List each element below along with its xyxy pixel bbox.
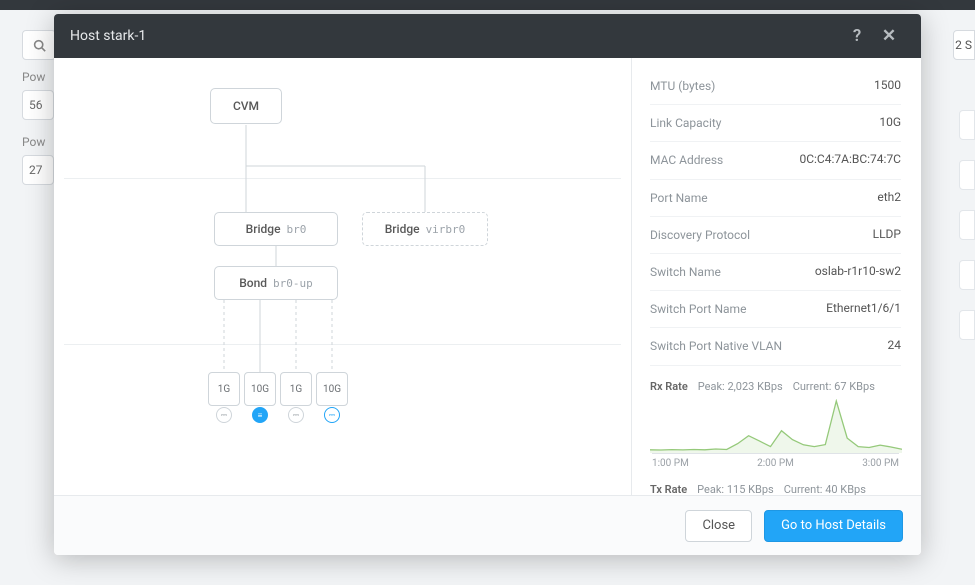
bg-power-label-1: Pow xyxy=(22,70,45,84)
search-icon xyxy=(33,39,46,52)
port-status-icon[interactable]: ⎓ xyxy=(324,407,340,423)
rx-tick: 1:00 PM xyxy=(652,458,689,469)
rx-tick: 2:00 PM xyxy=(757,458,794,469)
port-item[interactable]: 10G ⎓ xyxy=(316,372,348,406)
port-item[interactable]: 1G ⎓ xyxy=(208,372,240,406)
port-speed: 10G xyxy=(323,384,341,395)
port-item[interactable]: 10G ≡ xyxy=(244,372,276,406)
bg-side-tab[interactable] xyxy=(959,110,975,140)
detail-row: Switch Port Native VLAN24 xyxy=(650,328,901,365)
rx-rate-peak: Peak: 2,023 KBps xyxy=(698,380,783,393)
detail-key: Port Name xyxy=(650,190,877,206)
detail-value: 24 xyxy=(888,338,902,352)
detail-value: eth2 xyxy=(877,190,901,204)
port-list: 1G ⎓ 10G ≡ 1G ⎓ 10G ⎓ xyxy=(208,372,348,406)
detail-key: Switch Name xyxy=(650,264,815,280)
detail-key: MAC Address xyxy=(650,152,799,168)
rx-rate-xaxis: 1:00 PM 2:00 PM 3:00 PM xyxy=(652,453,899,469)
port-speed: 10G xyxy=(251,384,269,395)
tx-rate-title: Tx Rate xyxy=(650,483,687,496)
go-to-host-details-button[interactable]: Go to Host Details xyxy=(764,510,903,542)
detail-value: LLDP xyxy=(873,227,901,241)
detail-key: Switch Port Native VLAN xyxy=(650,338,888,354)
port-status-icon[interactable]: ⎓ xyxy=(216,407,232,423)
port-status-icon[interactable]: ≡ xyxy=(252,407,268,423)
details-pane: MTU (bytes)1500Link Capacity10GMAC Addre… xyxy=(631,58,921,495)
modal-title: Host stark-1 xyxy=(70,28,146,44)
port-speed: 1G xyxy=(290,384,302,395)
tx-rate-section: Tx Rate Peak: 115 KBps Current: 40 KBps xyxy=(650,483,901,496)
node-bond-name: br0-up xyxy=(273,277,313,290)
detail-value: 1500 xyxy=(874,78,901,92)
rx-rate-chart xyxy=(650,399,901,453)
modal-body: CVM Bridge br0 Bridge virbr0 Bond br0-up… xyxy=(54,58,921,495)
rx-rate-current: Current: 67 KBps xyxy=(793,380,875,393)
detail-value: oslab-r1r10-sw2 xyxy=(815,264,901,278)
port-status-icon[interactable]: ⎓ xyxy=(288,407,304,423)
rx-rate-title: Rx Rate xyxy=(650,380,688,393)
node-bridge2-name: virbr0 xyxy=(426,223,466,236)
port-item[interactable]: 1G ⎓ xyxy=(280,372,312,406)
detail-value: Ethernet1/6/1 xyxy=(826,301,901,315)
detail-row: Switch Port NameEthernet1/6/1 xyxy=(650,291,901,328)
node-bridge-name: br0 xyxy=(287,223,307,236)
bg-side-tab[interactable] xyxy=(959,260,975,290)
rx-rate-section: Rx Rate Peak: 2,023 KBps Current: 67 KBp… xyxy=(650,380,901,469)
detail-key: MTU (bytes) xyxy=(650,78,874,94)
tx-rate-current: Current: 40 KBps xyxy=(784,483,866,496)
bg-power-label-2: Pow xyxy=(22,135,45,149)
node-bridge-label: Bridge xyxy=(246,222,281,236)
bg-side-tab[interactable] xyxy=(959,210,975,240)
detail-row: Discovery ProtocolLLDP xyxy=(650,217,901,254)
node-bridge-br0[interactable]: Bridge br0 xyxy=(214,212,338,246)
detail-value: 10G xyxy=(879,115,901,129)
detail-value: 0C:C4:7A:BC:74:7C xyxy=(799,152,901,166)
bg-side-tab[interactable] xyxy=(959,310,975,340)
host-modal: Host stark-1 ? ✕ CVM Bridge xyxy=(54,14,921,555)
bg-power-value-2[interactable]: 27 xyxy=(22,155,54,185)
modal-header: Host stark-1 ? ✕ xyxy=(54,14,921,58)
close-button[interactable]: Close xyxy=(685,510,752,542)
node-bridge-virbr0[interactable]: Bridge virbr0 xyxy=(362,212,488,246)
detail-key: Link Capacity xyxy=(650,115,879,131)
search-button[interactable] xyxy=(22,30,56,60)
bg-side-tab[interactable] xyxy=(959,160,975,190)
node-bond-label: Bond xyxy=(239,276,267,290)
node-bond[interactable]: Bond br0-up xyxy=(214,266,338,300)
node-cvm-label: CVM xyxy=(233,99,259,113)
network-diagram: CVM Bridge br0 Bridge virbr0 Bond br0-up… xyxy=(54,58,631,495)
port-speed: 1G xyxy=(218,384,230,395)
bg-top-right-pill[interactable]: 2 S xyxy=(953,30,975,60)
node-cvm[interactable]: CVM xyxy=(210,88,282,124)
modal-footer: Close Go to Host Details xyxy=(54,495,921,555)
bg-power-value-1[interactable]: 56 xyxy=(22,90,54,120)
close-icon[interactable]: ✕ xyxy=(873,26,905,46)
detail-row: Link Capacity10G xyxy=(650,105,901,142)
detail-row: Switch Nameoslab-r1r10-sw2 xyxy=(650,254,901,291)
rx-tick: 3:00 PM xyxy=(862,458,899,469)
detail-row: Port Nameeth2 xyxy=(650,180,901,217)
detail-key: Discovery Protocol xyxy=(650,227,873,243)
detail-row: MTU (bytes)1500 xyxy=(650,68,901,105)
tx-rate-peak: Peak: 115 KBps xyxy=(697,483,774,496)
bg-top-bar xyxy=(0,0,975,10)
node-bridge2-label: Bridge xyxy=(385,222,420,236)
detail-key: Switch Port Name xyxy=(650,301,826,317)
detail-row: MAC Address0C:C4:7A:BC:74:7C xyxy=(650,142,901,179)
help-icon[interactable]: ? xyxy=(841,26,873,46)
